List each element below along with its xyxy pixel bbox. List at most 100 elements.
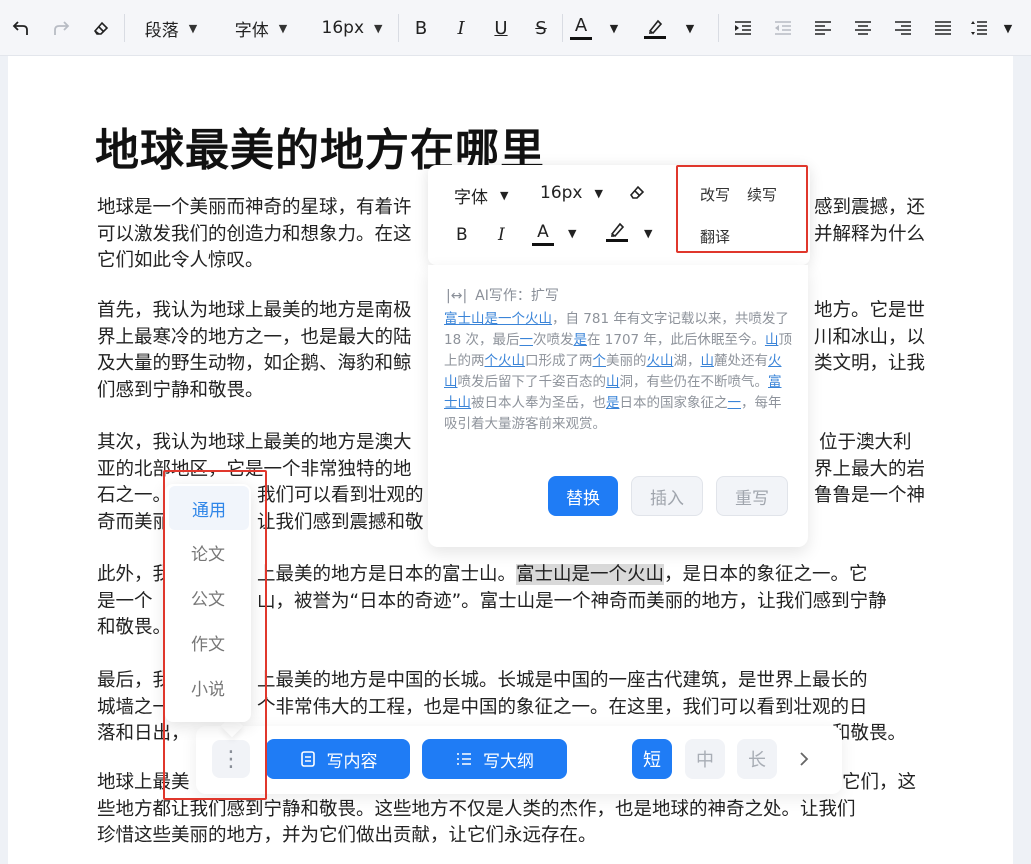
text-run: 和敬畏。	[832, 723, 907, 744]
text-run: 次喷发	[532, 332, 574, 348]
annotation-highlight-box	[676, 165, 808, 253]
text-run: 它们如此令人惊叹。	[97, 250, 264, 271]
align-center-icon[interactable]	[850, 12, 876, 44]
text-run: 城墙之一	[97, 696, 172, 718]
highlight-color-swatch	[606, 239, 628, 242]
align-justify-icon[interactable]	[930, 12, 956, 44]
strikethrough-button[interactable]: S	[528, 12, 554, 44]
caret-down-icon: ▼	[188, 21, 198, 35]
text-run: 山	[700, 353, 715, 369]
text-run: 美丽的	[606, 353, 647, 369]
toolbar-divider	[718, 14, 719, 42]
redo-icon[interactable]	[48, 12, 74, 44]
text-run: 是一个	[97, 590, 153, 612]
line-height-dropdown[interactable]: ▼	[998, 12, 1018, 44]
caret-down-icon: ▼	[644, 227, 653, 240]
text-run: 最后，我	[97, 670, 172, 691]
text-run: 地球是一个美丽而神奇的星球，有着许	[97, 197, 412, 218]
text-run: 此外，我	[97, 564, 172, 585]
text-run: 山	[606, 374, 620, 390]
length-long-button[interactable]: 长	[737, 739, 777, 779]
float-font-color-dropdown[interactable]: ▼	[568, 227, 576, 240]
document-icon	[300, 751, 315, 767]
text-run: 湖，	[673, 353, 701, 369]
text-run: 上最美的地方是日本的富士山。	[257, 564, 517, 585]
text-run: 界上最大的岩	[814, 458, 926, 480]
float-font-select[interactable]: 字体 ▼	[454, 183, 508, 208]
text-run: 山，被誉为“日本的奇迹”。富士山是一个神奇而美丽的地方，让我们感到宁静	[257, 590, 887, 612]
text-run: 鲁鲁是一个神	[814, 485, 926, 506]
font-color-swatch	[570, 36, 592, 40]
float-size-select[interactable]: 16px ▼	[540, 183, 603, 203]
write-content-button[interactable]: 写内容	[266, 739, 410, 779]
underline-button[interactable]: U	[488, 12, 514, 44]
text-run: 类文明，让我	[814, 353, 926, 374]
selected-text[interactable]: 富士山是一个火山	[516, 564, 665, 585]
text-run: 地方。它是世	[814, 300, 926, 321]
indent-decrease-icon[interactable]	[770, 12, 796, 44]
paragraph-select[interactable]: 段落 ▼	[136, 12, 206, 44]
float-bold-button[interactable]: B	[456, 225, 468, 245]
toolbar-divider	[562, 14, 563, 42]
text-run: 我们可以看到壮观的	[257, 485, 424, 506]
toolbar-divider	[398, 14, 399, 42]
text-run: 一	[519, 332, 533, 348]
editor-toolbar: 段落 ▼ 字体 ▼ 16px ▼ B I U S A ▼ ▼ ▼	[0, 0, 1031, 56]
write-outline-button[interactable]: 写大纲	[422, 739, 567, 779]
float-highlight-button[interactable]	[606, 221, 628, 242]
caret-down-icon: ▼	[568, 227, 577, 240]
highlighter-icon	[610, 222, 625, 237]
font-color-dropdown[interactable]: ▼	[604, 12, 624, 44]
align-right-icon[interactable]	[890, 12, 916, 44]
text-run: 喷发后留下了千姿百态的	[457, 374, 607, 390]
float-italic-button[interactable]: I	[498, 225, 505, 245]
text-run: 让我们感到震撼和敬	[257, 511, 424, 533]
length-short-button[interactable]: 短	[632, 739, 672, 779]
text-run: 其次，我认为地球上最美的地方是澳大	[97, 432, 412, 453]
indent-increase-icon[interactable]	[730, 12, 756, 44]
float-highlight-dropdown[interactable]: ▼	[644, 227, 652, 240]
text-run: 山	[764, 332, 779, 348]
ai-panel-header-label: AI写作：扩写	[475, 288, 559, 304]
ai-generated-text: 富士山是一个火山，自 781 年有文字记载以来，共喷发了 18 次，最后一次喷发…	[444, 309, 792, 435]
text-run: 些地方都让我们感到宁静和敬畏。这些地方不仅是人类的杰作，也是地球的神奇之处。让我…	[97, 798, 856, 820]
font-size-select[interactable]: 16px ▼	[316, 12, 388, 44]
insert-button[interactable]: 插入	[631, 476, 703, 516]
text-run: 并解释为什么	[814, 223, 926, 245]
font-color-button[interactable]: A	[568, 12, 594, 44]
replace-button[interactable]: 替换	[548, 476, 618, 516]
bold-button[interactable]: B	[408, 12, 434, 44]
text-run: 个非常伟大的工程，也是中国的象征之一。在这里，我们可以看到壮观的日	[257, 696, 868, 718]
text-run: 有些仍在不断喷气。	[646, 374, 769, 390]
text-run: 感到震撼，还	[814, 197, 926, 218]
text-run: 首先，我认为地球上最美的地方是南极	[97, 300, 412, 321]
text-run: 是	[573, 332, 587, 348]
text-run: 界上最寒冷的地方之一，也是最大的陆	[97, 326, 412, 348]
font-select[interactable]: 字体 ▼	[226, 12, 296, 44]
toolbar-divider	[124, 14, 125, 42]
length-medium-button[interactable]: 中	[685, 739, 725, 779]
highlight-button[interactable]	[642, 12, 668, 44]
text-run: 赏。	[579, 416, 606, 432]
undo-icon[interactable]	[8, 12, 34, 44]
float-size-label: 16px	[540, 183, 583, 203]
text-run: 个火山	[484, 353, 526, 369]
text-run: ，自 781 年有文字记载以来，共	[552, 311, 749, 327]
eraser-icon[interactable]	[628, 183, 646, 201]
caret-down-icon: ▼	[500, 189, 509, 202]
highlight-dropdown[interactable]: ▼	[680, 12, 700, 44]
font-size-label: 16px	[321, 18, 364, 38]
highlighter-icon	[648, 19, 663, 34]
chevron-right-icon[interactable]	[784, 739, 824, 779]
italic-button[interactable]: I	[448, 12, 474, 44]
text-run: 奇而美丽	[97, 511, 172, 533]
align-left-icon[interactable]	[810, 12, 836, 44]
text-run: 日本的国家象征之	[619, 395, 728, 411]
text-run: 是	[606, 395, 620, 411]
eraser-icon[interactable]	[88, 12, 114, 44]
rewrite-button[interactable]: 重写	[716, 476, 788, 516]
text-run: 和敬畏。	[97, 617, 172, 638]
float-font-color-button[interactable]: A	[532, 223, 554, 246]
underline-icon: U	[494, 17, 508, 39]
line-height-icon[interactable]	[966, 12, 992, 44]
